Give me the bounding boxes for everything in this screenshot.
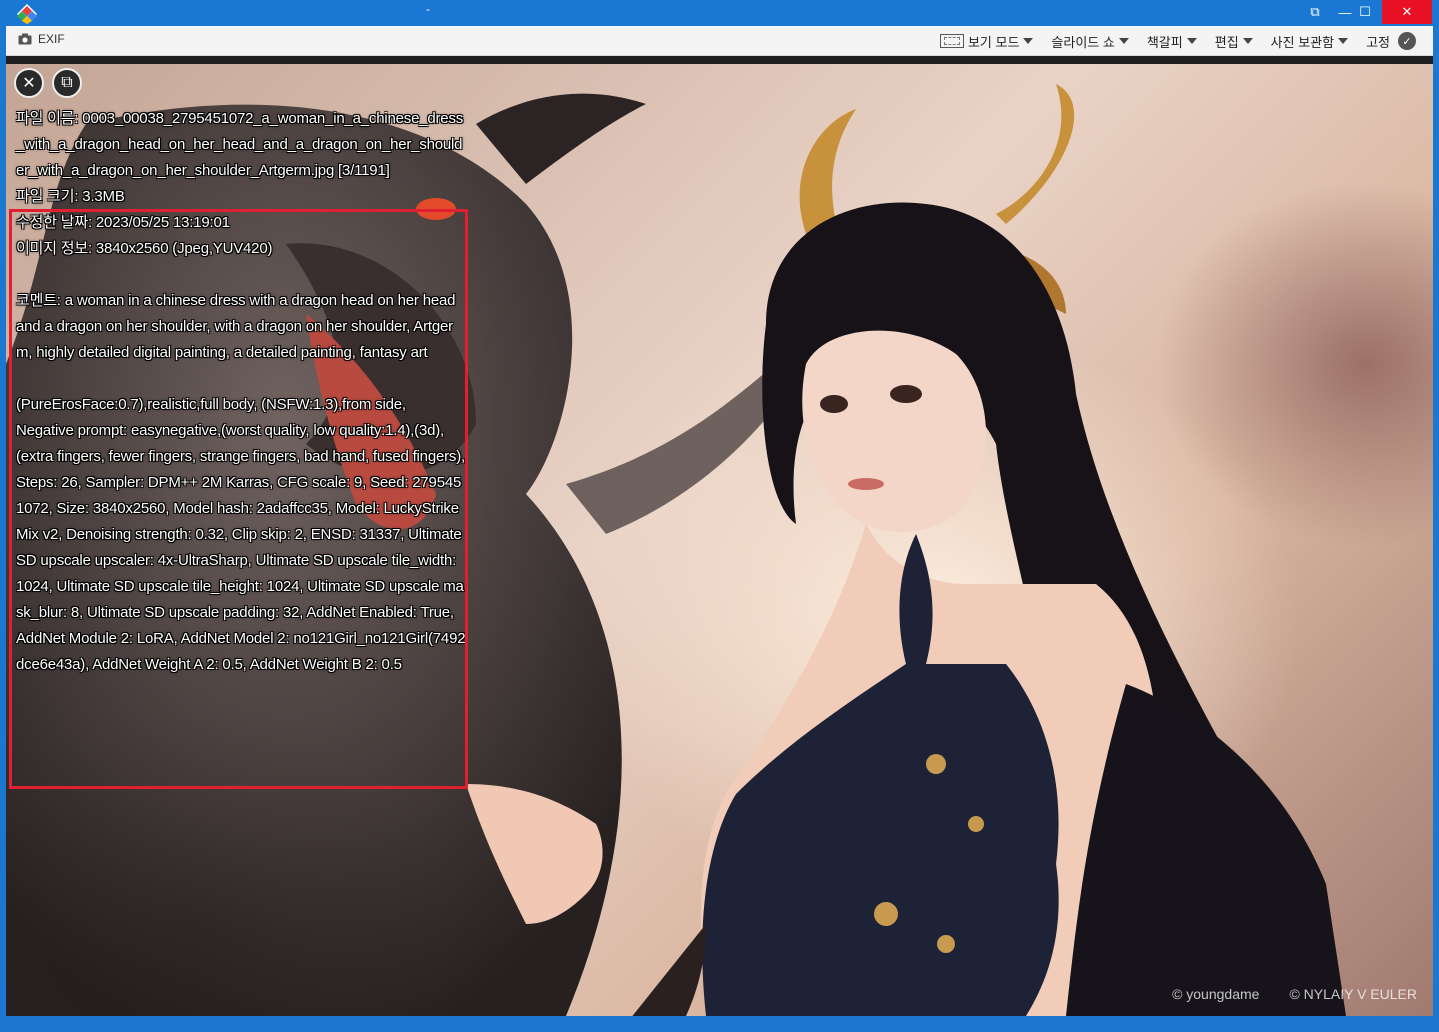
image-watermark: © youngdame © NYLAIY V EULER bbox=[1172, 986, 1417, 1002]
copy-info-button[interactable]: ⧉ bbox=[52, 68, 82, 98]
info-filesize: 파일 크기: 3.3MB bbox=[16, 188, 125, 205]
app-logo-icon bbox=[17, 4, 37, 24]
image-viewer[interactable]: ✕ ⧉ 파일 이름: 0003_00038_2795451072_a_woman… bbox=[6, 64, 1433, 1016]
app-window: - ⧉ — ☐ ✕ EXIF 보기 모드 슬라이드 쇼 책갈피 편집 사진 보관… bbox=[0, 0, 1439, 1032]
view-mode-icon bbox=[939, 34, 964, 48]
exif-label: EXIF bbox=[38, 32, 65, 46]
close-icon: ✕ bbox=[22, 75, 36, 92]
chevron-down-icon bbox=[1242, 38, 1253, 44]
chevron-down-icon bbox=[1338, 38, 1349, 44]
exif-button[interactable]: EXIF bbox=[18, 32, 65, 46]
title-bar[interactable]: - ⧉ — ☐ ✕ bbox=[0, 0, 1439, 26]
menu-view-mode-label: 보기 모드 bbox=[967, 34, 1020, 50]
pin-label: 고정 bbox=[1366, 34, 1390, 50]
close-info-button[interactable]: ✕ bbox=[14, 68, 44, 98]
copy-icon: ⧉ bbox=[61, 74, 73, 91]
chevron-down-icon bbox=[1186, 38, 1197, 44]
menu-slideshow[interactable]: 슬라이드 쇼 bbox=[1042, 30, 1137, 52]
watermark-right: © NYLAIY V EULER bbox=[1289, 986, 1417, 1002]
highlight-box bbox=[9, 209, 468, 789]
close-button[interactable]: ✕ bbox=[1382, 0, 1432, 24]
menu-photo-archive-label: 사진 보관함 bbox=[1270, 34, 1335, 50]
menu-photo-archive[interactable]: 사진 보관함 bbox=[1262, 30, 1357, 52]
toolbar-menus: 보기 모드 슬라이드 쇼 책갈피 편집 사진 보관함 고정 ✓ bbox=[931, 30, 1425, 52]
pin-button[interactable]: 고정 ✓ bbox=[1357, 30, 1425, 52]
menu-edit-label: 편집 bbox=[1214, 34, 1239, 50]
camera-icon bbox=[18, 33, 32, 45]
maximize-button[interactable]: ☐ bbox=[1345, 0, 1385, 24]
watermark-left: © youngdame bbox=[1172, 986, 1260, 1002]
chevron-down-icon bbox=[1023, 38, 1034, 44]
chevron-down-icon bbox=[1118, 38, 1129, 44]
menu-bookmark[interactable]: 책갈피 bbox=[1138, 30, 1206, 52]
menu-view-mode[interactable]: 보기 모드 bbox=[931, 30, 1042, 52]
window-bottom-border bbox=[0, 1016, 1439, 1032]
menu-edit[interactable]: 편집 bbox=[1206, 30, 1262, 52]
toolbar: EXIF 보기 모드 슬라이드 쇼 책갈피 편집 사진 보관함 고정 ✓ bbox=[6, 26, 1433, 56]
check-icon: ✓ bbox=[1398, 32, 1416, 50]
viewer-top-border bbox=[6, 56, 1433, 64]
menu-slideshow-label: 슬라이드 쇼 bbox=[1051, 34, 1115, 50]
menu-bookmark-label: 책갈피 bbox=[1146, 34, 1183, 50]
window-title: - bbox=[426, 2, 430, 16]
info-filename: 파일 이름: 0003_00038_2795451072_a_woman_in_… bbox=[16, 110, 464, 179]
